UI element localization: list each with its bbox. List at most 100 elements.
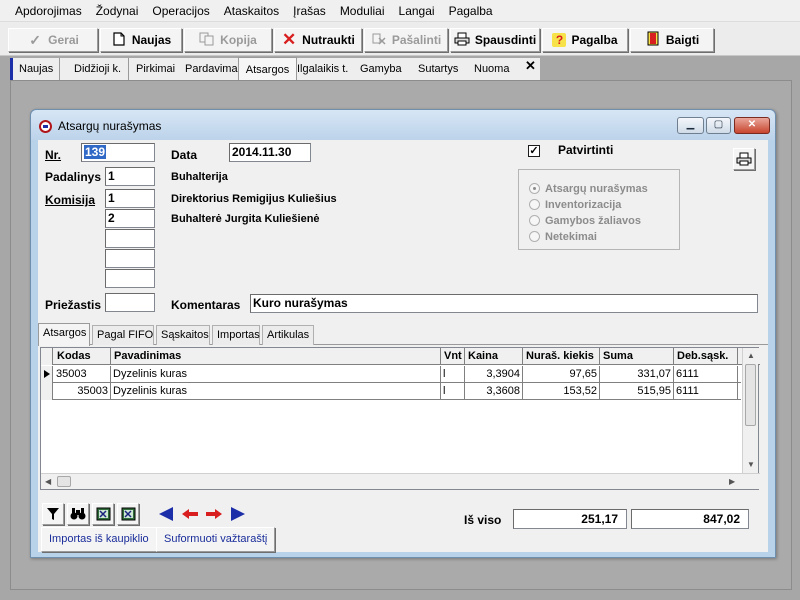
previous-record-icon[interactable] — [179, 506, 201, 522]
print-form-button[interactable] — [733, 148, 755, 170]
cell-kodas[interactable]: 35003 — [54, 383, 111, 400]
tab-nuoma[interactable]: Nuoma — [474, 58, 509, 80]
atsargos-grid[interactable]: Kodas Pavadinimas Vnt Kaina Nuraš. kieki… — [40, 347, 760, 490]
scroll-thumb[interactable] — [745, 364, 756, 426]
minimize-button[interactable]: ▁ — [677, 117, 704, 134]
scroll-right-icon[interactable]: ▶ — [729, 477, 735, 486]
checkmark-icon: ✓ — [29, 31, 42, 48]
radio-netekimai[interactable]: Netekimai — [529, 229, 597, 244]
radio-inventorizacija[interactable]: Inventorizacija — [529, 197, 621, 212]
tab-pardavimai[interactable]: Pardavimai — [185, 58, 240, 80]
radio-gamybos-zaliavos[interactable]: Gamybos žaliavos — [529, 213, 641, 228]
tab-sutartys[interactable]: Sutartys — [418, 58, 458, 80]
priezastis-field[interactable] — [105, 293, 155, 312]
tab-pirkimai[interactable]: Pirkimai — [136, 58, 175, 80]
col-kaina[interactable]: Kaina — [465, 348, 523, 365]
spausdinti-button[interactable]: Spausdinti — [450, 28, 540, 52]
cell-suma[interactable]: 515,95 — [600, 383, 674, 400]
tab-atsargos-detail[interactable]: Atsargos — [38, 323, 90, 346]
binoculars-icon — [70, 508, 86, 524]
filter-button[interactable] — [42, 503, 64, 525]
importas-is-kaupiklio-button[interactable]: Importas iš kaupiklio — [41, 527, 157, 552]
cell-deb-sask[interactable]: 6111 — [674, 366, 738, 383]
baigti-button[interactable]: Baigti — [630, 28, 714, 52]
menu-pagalba[interactable]: Pagalba — [442, 0, 500, 22]
tab-atsargos[interactable]: Atsargos — [238, 57, 297, 81]
col-nuras-kiekis[interactable]: Nuraš. kiekis — [523, 348, 600, 365]
scroll-down-icon[interactable]: ▼ — [747, 460, 755, 469]
close-tabs-icon[interactable]: ✕ — [523, 59, 538, 74]
cell-kiekis[interactable]: 97,65 — [523, 366, 600, 383]
naujas-button[interactable]: Naujas — [100, 28, 182, 52]
last-record-icon[interactable] — [227, 506, 249, 522]
close-window-button[interactable]: ✕ — [734, 117, 770, 134]
pasalinti-button[interactable]: Pašalinti — [364, 28, 448, 52]
export-excel-all-button[interactable] — [117, 503, 139, 525]
nr-label: Nr. — [45, 148, 62, 162]
suformuoti-vaztarasti-button[interactable]: Suformuoti važtaraštį — [156, 527, 276, 552]
komisija-field-2[interactable]: 2 — [105, 209, 155, 228]
cell-kiekis[interactable]: 153,52 — [523, 383, 600, 400]
col-kodas[interactable]: Kodas — [54, 348, 111, 365]
komisija-field-5[interactable] — [105, 269, 155, 288]
scroll-up-icon[interactable]: ▲ — [747, 351, 755, 360]
col-pavadinimas[interactable]: Pavadinimas — [111, 348, 441, 365]
tab-didzioji-knyga[interactable]: Didžioji k. — [74, 58, 130, 80]
kopija-button[interactable]: Kopija — [184, 28, 272, 52]
cell-kodas[interactable]: 35003 — [54, 366, 111, 383]
scroll-left-icon[interactable]: ◀ — [45, 477, 51, 486]
search-button[interactable] — [67, 503, 89, 525]
maximize-button[interactable]: ▢ — [706, 117, 731, 134]
col-deb-sask[interactable]: Deb.sąsk. — [674, 348, 738, 365]
menu-bar: Apdorojimas Žodynai Operacijos Ataskaito… — [0, 0, 800, 22]
data-field[interactable]: 2014.11.30 — [229, 143, 311, 162]
menu-irasas[interactable]: Įrašas — [286, 0, 333, 22]
menu-langai[interactable]: Langai — [392, 0, 442, 22]
pasalinti-label: Pašalinti — [391, 33, 442, 47]
menu-operacijos[interactable]: Operacijos — [145, 0, 216, 22]
padalinys-field[interactable]: 1 — [105, 167, 155, 186]
col-suma[interactable]: Suma — [600, 348, 674, 365]
nr-field[interactable]: 139 — [81, 143, 155, 162]
scroll-thumb[interactable] — [57, 476, 71, 487]
next-record-icon[interactable] — [203, 506, 225, 522]
komisija-field-1[interactable]: 1 — [105, 189, 155, 208]
cell-pavadinimas[interactable]: Dyzelinis kuras — [111, 383, 441, 400]
cell-pavadinimas[interactable]: Dyzelinis kuras — [111, 366, 441, 383]
cell-vnt[interactable]: l — [441, 383, 465, 400]
tab-importas[interactable]: Importas — [212, 325, 260, 345]
export-excel-button[interactable] — [92, 503, 114, 525]
menu-zodynai[interactable]: Žodynai — [89, 0, 146, 22]
komentaras-field[interactable]: Kuro nurašymas — [250, 294, 758, 313]
tab-naujas[interactable]: Naujas — [19, 58, 61, 80]
radio-atsargu-nurasymas[interactable]: Atsargų nurašymas — [529, 181, 648, 196]
komisija-label: Komisija — [45, 193, 96, 207]
komisija-field-3[interactable] — [105, 229, 155, 248]
tab-artikulas[interactable]: Artikulas — [262, 325, 314, 345]
pagalba-button[interactable]: ? Pagalba — [542, 28, 628, 52]
grid-vertical-scrollbar[interactable]: ▲ ▼ — [742, 348, 758, 474]
red-x-icon: ✕ — [282, 30, 297, 49]
menu-ataskaitos[interactable]: Ataskaitos — [217, 0, 286, 22]
table-row[interactable]: 35003 Dyzelinis kuras l 3,3904 97,65 331… — [41, 366, 741, 383]
patvirtinti-checkbox[interactable]: ✓ — [528, 145, 540, 157]
window-title-bar[interactable]: Atsargų nurašymas ▁ ▢ ✕ — [31, 110, 775, 140]
cell-kaina[interactable]: 3,3904 — [465, 366, 523, 383]
tab-saskaitos[interactable]: Sąskaitos — [156, 325, 210, 345]
tab-gamyba[interactable]: Gamyba — [360, 58, 402, 80]
table-row[interactable]: 35003 Dyzelinis kuras l 3,3608 153,52 51… — [41, 383, 741, 400]
cell-vnt[interactable]: l — [441, 366, 465, 383]
first-record-icon[interactable] — [155, 506, 177, 522]
col-vnt[interactable]: Vnt — [441, 348, 465, 365]
nutraukti-button[interactable]: ✕ Nutraukti — [274, 28, 362, 52]
cell-suma[interactable]: 331,07 — [600, 366, 674, 383]
menu-moduliai[interactable]: Moduliai — [333, 0, 392, 22]
tab-ilgalaikis[interactable]: Ilgalaikis t. — [297, 58, 348, 80]
tab-pagal-fifo[interactable]: Pagal FIFO — [92, 325, 154, 345]
gerai-button[interactable]: ✓ Gerai — [8, 28, 98, 52]
grid-horizontal-scrollbar[interactable]: ◀ ▶ — [41, 473, 760, 489]
menu-apdorojimas[interactable]: Apdorojimas — [0, 0, 89, 22]
cell-deb-sask[interactable]: 6111 — [674, 383, 738, 400]
cell-kaina[interactable]: 3,3608 — [465, 383, 523, 400]
komisija-field-4[interactable] — [105, 249, 155, 268]
